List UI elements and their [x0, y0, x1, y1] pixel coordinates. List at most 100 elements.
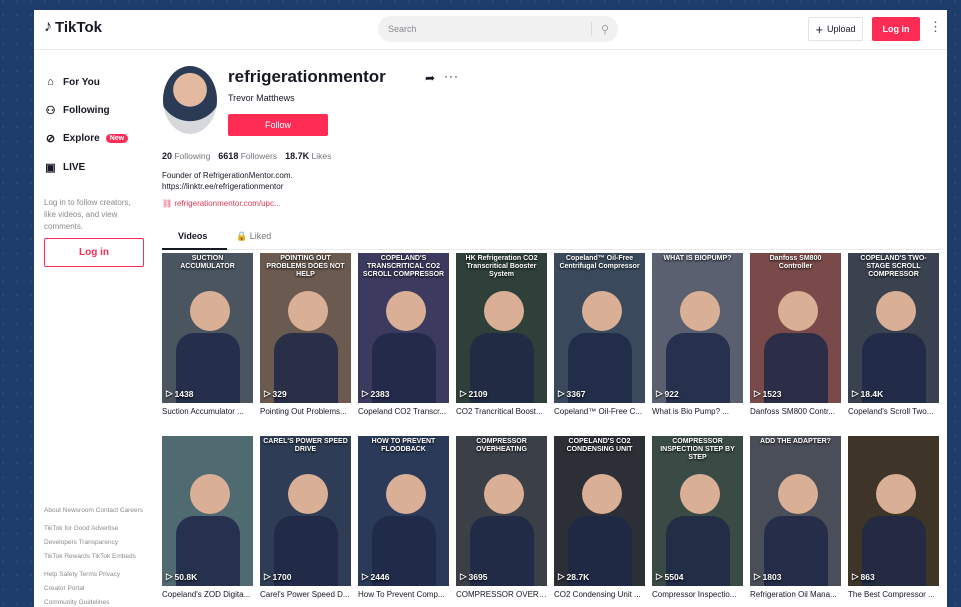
video-thumbnail[interactable]: ADD THE ADAPTER? ▷ 1803	[750, 436, 841, 586]
search-bar[interactable]: Search ⚲	[378, 16, 618, 42]
video-thumbnail[interactable]: Copeland™ Oil-Free Centrifugal Compresso…	[554, 253, 645, 403]
footer-links-row[interactable]: About Newsroom Contact Careers	[44, 507, 143, 514]
footer-links-row[interactable]: Community Guidelines	[44, 599, 109, 606]
video-title[interactable]: What is Bio Pump? ...	[652, 407, 743, 416]
video-title[interactable]: Copeland's Scroll Two...	[848, 407, 939, 416]
tiktok-logo[interactable]: ♪ TikTok	[44, 18, 102, 36]
footer-links-row[interactable]: Help Safety Terms Privacy	[44, 571, 120, 578]
video-thumbnail[interactable]: HK Refrigeration CO2 Transcritical Boost…	[456, 253, 547, 403]
presenter-head	[680, 474, 720, 514]
upload-label: Upload	[827, 24, 856, 34]
search-icon[interactable]: ⚲	[592, 23, 618, 36]
video-title[interactable]: Suction Accumulator ...	[162, 407, 253, 416]
video-card[interactable]: COMPRESSOR OVERHEATING ▷ 3695 COMPRESSOR OV…	[456, 436, 547, 599]
video-card[interactable]: ADD THE ADAPTER? ▷ 1803 Refrigeration Oil M…	[750, 436, 841, 599]
plus-icon: +	[815, 21, 824, 37]
video-card[interactable]: COPELAND'S CO2 CONDENSING UNIT ▷ 28.7K CO2 …	[554, 436, 645, 599]
video-thumbnail[interactable]: COPELAND'S TWO-STAGE SCROLL COMPRESSOR ▷ 1…	[848, 253, 939, 403]
video-title[interactable]: Danfoss SM800 Contr...	[750, 407, 841, 416]
video-thumbnail[interactable]: COPELAND'S CO2 CONDENSING UNIT ▷ 28.7K	[554, 436, 645, 586]
video-caption: Copeland™ Oil-Free Centrifugal Compresso…	[559, 255, 640, 270]
video-caption: HK Refrigeration CO2 Transcritical Boost…	[465, 255, 538, 278]
followers-stat[interactable]: 6618 Followers	[218, 151, 277, 161]
video-thumbnail[interactable]: POINTING OUT PROBLEMS DOES NOT HELP ▷ 329	[260, 253, 351, 403]
video-card[interactable]: CAREL'S POWER SPEED DRIVE ▷ 1700 Carel's Po…	[260, 436, 351, 599]
footer-links-row[interactable]: Creator Portal	[44, 585, 84, 592]
home-icon: ⌂	[47, 76, 54, 88]
video-title[interactable]: Copeland CO2 Transcr...	[358, 407, 449, 416]
presenter-head	[876, 474, 916, 514]
following-stat[interactable]: 20 Following	[162, 151, 210, 161]
upload-button[interactable]: + Upload	[808, 17, 863, 41]
view-count: ▷ 329	[264, 388, 287, 399]
sidebar-item-live[interactable]: ▣ LIVE	[44, 161, 85, 174]
video-title[interactable]: Refrigeration Oil Mana...	[750, 590, 841, 599]
video-card[interactable]: SUCTION ACCUMULATOR ▷ 1438 Suction Accumula…	[162, 253, 253, 416]
video-card[interactable]: WHAT IS BIOPUMP? ▷ 922 What is Bio Pump? ..…	[652, 253, 743, 416]
sidebar: ⌂ For You ⚇ Following ⊘ Explore New ▣ LI…	[34, 50, 156, 607]
video-card[interactable]: COPELAND'S TWO-STAGE SCROLL COMPRESSOR ▷ 1…	[848, 253, 939, 416]
presenter-head	[582, 474, 622, 514]
video-thumbnail[interactable]: COPELAND'S TRANSCRITICAL CO2 SCROLL COMP…	[358, 253, 449, 403]
presenter-head	[386, 291, 426, 331]
footer-links-row[interactable]: TikTok Rewards TikTok Embeds	[44, 553, 136, 560]
video-thumbnail[interactable]: WHAT IS BIOPUMP? ▷ 922	[652, 253, 743, 403]
video-thumbnail[interactable]: ▷ 50.8K	[162, 436, 253, 586]
presenter-head	[386, 474, 426, 514]
video-title[interactable]: Copeland™ Oil-Free C...	[554, 407, 645, 416]
video-thumbnail[interactable]: Danfoss SM800 Controller ▷ 1523	[750, 253, 841, 403]
view-count: ▷ 50.8K	[166, 571, 198, 582]
video-title[interactable]: CO2 Trancritical Boost...	[456, 407, 547, 416]
video-thumbnail[interactable]: SUCTION ACCUMULATOR ▷ 1438	[162, 253, 253, 403]
video-card[interactable]: HK Refrigeration CO2 Transcritical Boost…	[456, 253, 547, 416]
video-card[interactable]: COMPRESSOR INSPECTION STEP BY STEP ▷ 5504 C…	[652, 436, 743, 599]
video-thumbnail[interactable]: COMPRESSOR OVERHEATING ▷ 3695	[456, 436, 547, 586]
sidebar-item-for-you[interactable]: ⌂ For You	[44, 76, 100, 88]
share-icon[interactable]: ➦	[425, 71, 435, 85]
profile-bio: Founder of RefrigerationMentor.com. http…	[162, 170, 293, 192]
video-card[interactable]: HOW TO PREVENT FLOODBACK ▷ 2446 How To Prev…	[358, 436, 449, 599]
tab-active-indicator	[162, 248, 227, 250]
tab-liked[interactable]: 🔒 Liked	[236, 231, 271, 242]
video-thumbnail[interactable]: HOW TO PREVENT FLOODBACK ▷ 2446	[358, 436, 449, 586]
video-thumbnail[interactable]: COMPRESSOR INSPECTION STEP BY STEP ▷ 5504	[652, 436, 743, 586]
sidebar-item-following[interactable]: ⚇ Following	[44, 104, 110, 117]
follow-button[interactable]: Follow	[228, 114, 328, 136]
more-options-icon[interactable]: ⋮	[929, 19, 942, 35]
video-thumbnail[interactable]: CAREL'S POWER SPEED DRIVE ▷ 1700	[260, 436, 351, 586]
play-icon: ▷	[166, 388, 173, 398]
video-card[interactable]: COPELAND'S TRANSCRITICAL CO2 SCROLL COMP…	[358, 253, 449, 416]
more-icon[interactable]: ···	[444, 69, 459, 83]
search-input[interactable]: Search	[378, 24, 591, 34]
view-count: ▷ 1700	[264, 571, 292, 582]
live-icon: ▣	[45, 162, 56, 174]
footer-links-row[interactable]: TikTok for Good Advertise	[44, 525, 118, 532]
video-title[interactable]: CO2 Condensing Unit ...	[554, 590, 645, 599]
video-card[interactable]: Copeland™ Oil-Free Centrifugal Compresso…	[554, 253, 645, 416]
profile-link[interactable]: ⛓ refrigerationmentor.com/upc...	[162, 199, 281, 208]
sidebar-item-label: Following	[63, 105, 110, 116]
profile-full-name: Trevor Matthews	[228, 93, 295, 103]
video-caption: SUCTION ACCUMULATOR	[180, 255, 235, 270]
logo-text: TikTok	[55, 18, 102, 36]
presenter-head	[288, 474, 328, 514]
video-title[interactable]: COMPRESSOR OVERH...	[456, 590, 547, 599]
video-title[interactable]: Pointing Out Problems...	[260, 407, 351, 416]
avatar[interactable]	[163, 66, 217, 134]
video-title[interactable]: How To Prevent Comp...	[358, 590, 449, 599]
video-title[interactable]: Copeland's ZOD Digita...	[162, 590, 253, 599]
video-thumbnail[interactable]: ▷ 863	[848, 436, 939, 586]
video-card[interactable]: Danfoss SM800 Controller ▷ 1523 Danfoss SM8…	[750, 253, 841, 416]
sidebar-item-explore[interactable]: ⊘ Explore New	[44, 132, 129, 145]
video-title[interactable]: The Best Compressor ...	[848, 590, 939, 599]
video-card[interactable]: POINTING OUT PROBLEMS DOES NOT HELP ▷ 329 P…	[260, 253, 351, 416]
tab-videos[interactable]: Videos	[178, 231, 207, 241]
video-card[interactable]: ▷ 863 The Best Compressor ...	[848, 436, 939, 599]
login-button[interactable]: Log in	[872, 17, 920, 41]
sidebar-login-button[interactable]: Log in	[44, 238, 144, 267]
video-title[interactable]: Compressor Inspectio...	[652, 590, 743, 599]
footer-links-row[interactable]: Developers Transparency	[44, 539, 118, 546]
video-title[interactable]: Carel's Power Speed D...	[260, 590, 351, 599]
video-card[interactable]: ▷ 50.8K Copeland's ZOD Digita...	[162, 436, 253, 599]
tabs-divider	[162, 249, 942, 250]
